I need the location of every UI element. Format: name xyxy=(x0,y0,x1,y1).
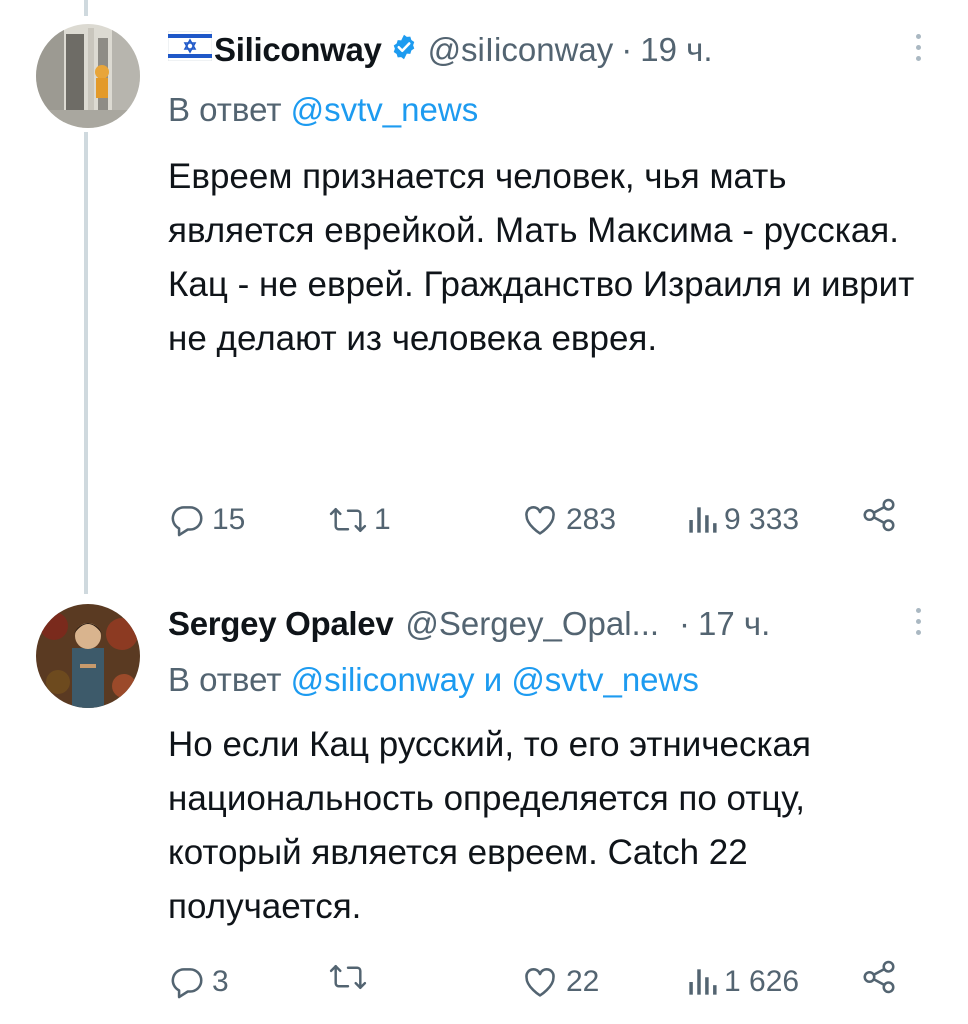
views-count: 1 626 xyxy=(724,965,800,998)
author-name[interactable]: Sergey Opalev xyxy=(168,604,394,644)
reply-context: В ответ @svtv_news xyxy=(168,90,478,130)
views-button[interactable]: 9 333 xyxy=(686,496,799,544)
mention-svtv-news[interactable]: @svtv_news xyxy=(291,91,479,128)
reply-prefix: В ответ xyxy=(168,661,282,698)
share-icon xyxy=(863,960,895,994)
separator-dot: · xyxy=(679,605,691,642)
tweet-header: Sergey Opalev @Sergey_Opal... · 17 ч. xyxy=(168,604,770,644)
author-name[interactable]: Siliconway xyxy=(214,30,382,70)
tweet-text: Евреем признается человек, чья мать явля… xyxy=(168,157,915,358)
avatar[interactable] xyxy=(36,24,140,128)
views-icon xyxy=(689,507,717,533)
like-count: 22 xyxy=(566,965,600,998)
repost-count: 1 xyxy=(374,503,391,536)
views-icon xyxy=(689,969,717,995)
action-bar: 15 1 283 9 333 xyxy=(168,496,898,544)
like-button[interactable]: 22 xyxy=(520,958,599,1006)
share-button[interactable] xyxy=(860,496,898,534)
reply-context: В ответ @siliconway и @svtv_news xyxy=(168,660,699,700)
repost-icon xyxy=(329,508,367,533)
like-button[interactable]: 283 xyxy=(520,496,616,544)
verified-badge-icon xyxy=(390,30,418,70)
views-count: 9 333 xyxy=(724,503,800,536)
separator-dot: · xyxy=(621,31,633,68)
reply-button[interactable]: 3 xyxy=(168,958,229,1006)
repost-button[interactable] xyxy=(328,958,374,996)
israel-flag-icon xyxy=(167,30,213,70)
reply-icon xyxy=(171,506,203,537)
more-icon[interactable] xyxy=(906,34,930,61)
author-handle[interactable]: @Sergey_Opal... xyxy=(405,604,659,644)
heart-icon xyxy=(525,968,555,997)
reply-count: 15 xyxy=(212,503,246,536)
tweet-siliconway[interactable]: Siliconway @siIiconway · 19 ч. В ответ @… xyxy=(0,0,968,590)
action-bar: 3 22 1 626 xyxy=(168,958,898,1006)
reply-and: и xyxy=(483,661,503,698)
mention-siliconway[interactable]: @siliconway xyxy=(291,661,475,698)
reply-prefix: В ответ xyxy=(168,91,282,128)
tweet-header: Siliconway @siIiconway · 19 ч. xyxy=(167,30,713,70)
reply-icon xyxy=(171,968,203,999)
heart-icon xyxy=(525,506,555,535)
avatar[interactable] xyxy=(36,604,140,708)
tweet-text: Но если Кац русский, то его этническая н… xyxy=(168,725,811,926)
more-icon[interactable] xyxy=(906,608,930,635)
timestamp[interactable]: 19 ч. xyxy=(640,30,712,70)
author-handle[interactable]: @siIiconway xyxy=(428,30,614,70)
like-count: 283 xyxy=(566,503,617,536)
views-button[interactable]: 1 626 xyxy=(686,958,799,1006)
repost-button[interactable]: 1 xyxy=(328,496,391,544)
share-icon xyxy=(863,498,895,532)
timestamp[interactable]: 17 ч. xyxy=(698,604,770,644)
reply-count: 3 xyxy=(212,965,229,998)
tweet-sergey-opalev[interactable]: Sergey Opalev @Sergey_Opal... · 17 ч. В … xyxy=(0,590,968,1024)
mention-svtv-news[interactable]: @svtv_news xyxy=(511,661,699,698)
share-button[interactable] xyxy=(860,958,898,996)
reply-button[interactable]: 15 xyxy=(168,496,245,544)
repost-icon xyxy=(329,965,367,990)
